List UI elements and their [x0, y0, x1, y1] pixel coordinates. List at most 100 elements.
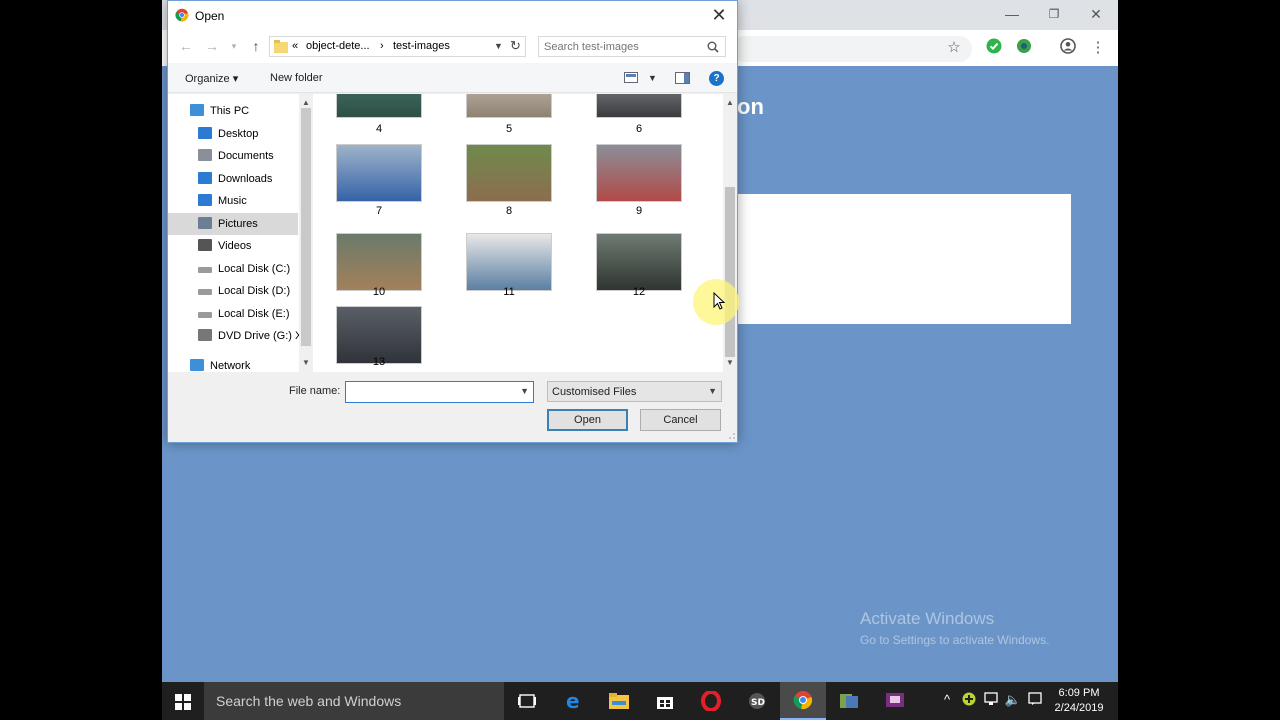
scroll-down-icon[interactable]: ▼	[302, 358, 310, 367]
start-button[interactable]	[162, 682, 204, 720]
resize-grip-icon[interactable]	[728, 432, 736, 440]
file-name: 5	[505, 123, 513, 135]
dialog-close-button[interactable]: ✕	[707, 4, 731, 26]
opera-icon[interactable]	[688, 682, 734, 720]
recent-locations-icon[interactable]: ▾	[224, 37, 244, 55]
downloads-icon	[198, 172, 212, 184]
preview-pane-icon[interactable]	[675, 72, 690, 84]
file-name: 11	[503, 286, 515, 298]
minimize-icon[interactable]: —	[994, 4, 1030, 24]
file-name: 10	[372, 286, 386, 298]
nav-item[interactable]: Music	[168, 190, 298, 212]
nav-item[interactable]: DVD Drive (G:) X	[168, 325, 302, 347]
taskbar-search[interactable]: Search the web and Windows	[204, 682, 504, 720]
search-icon	[707, 41, 719, 53]
filetype-select[interactable]: Customised Files ▼	[547, 381, 722, 402]
search-input[interactable]	[544, 39, 699, 54]
file-list-scrollbar[interactable]: ▲ ▼	[723, 94, 737, 372]
cursor-highlight	[693, 279, 739, 325]
search-box[interactable]	[538, 36, 726, 57]
nav-item[interactable]: Local Disk (D:)	[168, 280, 298, 302]
help-icon[interactable]: ?	[709, 71, 724, 86]
nav-item[interactable]: Desktop	[168, 123, 298, 145]
cancel-button[interactable]: Cancel	[640, 409, 721, 431]
nav-item-label: DVD Drive (G:) X	[218, 330, 303, 342]
chevron-down-icon[interactable]: ▼	[494, 41, 503, 51]
nav-scrollbar-thumb[interactable]	[301, 108, 311, 346]
file-explorer-icon[interactable]	[596, 682, 642, 720]
activate-windows-watermark: Activate Windows Go to Settings to activ…	[860, 609, 1049, 647]
forward-arrow-icon[interactable]: →	[202, 37, 222, 55]
file-name: 6	[635, 123, 643, 135]
scroll-up-icon[interactable]: ▲	[726, 98, 734, 107]
tray-plus-icon[interactable]	[960, 692, 978, 710]
system-tray: ^ 🔈 6:09 PM 2/24/2019	[938, 682, 1118, 720]
star-icon[interactable]: ☆	[944, 38, 964, 58]
close-window-icon[interactable]: ✕	[1078, 4, 1114, 24]
extension-globe-icon[interactable]	[1014, 38, 1034, 58]
nav-item-label: Documents	[218, 150, 274, 162]
chrome-icon[interactable]	[780, 682, 826, 720]
volume-icon[interactable]: 🔈	[1004, 692, 1022, 710]
address-breadcrumb[interactable]: « object-dete... › test-images ▼ ↻	[269, 36, 526, 57]
image-preview	[466, 94, 552, 118]
breadcrumb-parent[interactable]: object-dete...	[306, 40, 370, 52]
breadcrumb-current[interactable]: test-images	[393, 40, 450, 52]
refresh-icon[interactable]: ↻	[510, 38, 521, 54]
chevron-down-icon[interactable]: ▼	[520, 386, 529, 396]
media-app-icon[interactable]	[872, 682, 918, 720]
show-hidden-icons-icon[interactable]: ^	[938, 692, 956, 710]
filetype-value: Customised Files	[552, 386, 637, 398]
view-options-icon[interactable]	[624, 72, 638, 83]
task-view-icon[interactable]	[504, 682, 550, 720]
image-preview	[596, 144, 682, 202]
open-button[interactable]: Open	[547, 409, 628, 431]
nav-item[interactable]: Documents	[168, 145, 298, 167]
pc-icon	[190, 104, 204, 116]
menu-icon[interactable]: ⋮	[1088, 38, 1108, 58]
svg-text:e: e	[566, 691, 580, 711]
filename-combobox[interactable]: ▼	[345, 381, 534, 403]
new-folder-button[interactable]: New folder	[270, 72, 323, 84]
image-preview	[596, 233, 682, 291]
open-file-dialog: Open ✕ ← → ▾ ↑ « object-dete... › test-i…	[167, 0, 738, 443]
organize-button[interactable]: Organize ▾	[185, 72, 238, 85]
notifications-icon[interactable]	[1026, 692, 1044, 710]
edge-icon[interactable]: e	[550, 682, 596, 720]
view-dropdown-icon[interactable]: ▼	[648, 73, 657, 83]
disk-icon	[198, 289, 212, 295]
maps-app-icon[interactable]	[826, 682, 872, 720]
nav-scrollbar[interactable]: ▲ ▼	[299, 94, 313, 372]
profile-icon[interactable]	[1058, 38, 1078, 58]
pictures-icon	[198, 217, 212, 229]
back-arrow-icon[interactable]: ←	[176, 37, 196, 55]
store-icon[interactable]	[642, 682, 688, 720]
image-preview	[336, 94, 422, 118]
nav-item[interactable]: Network	[168, 355, 298, 372]
breadcrumb-separator: ›	[380, 40, 384, 52]
filename-input[interactable]	[349, 385, 509, 400]
nav-item-label: Pictures	[218, 218, 258, 230]
nav-item[interactable]: Downloads	[168, 168, 298, 190]
clock-time: 6:09 PM	[1058, 687, 1100, 699]
scroll-up-icon[interactable]: ▲	[302, 98, 310, 107]
dialog-navigation-bar: ← → ▾ ↑ « object-dete... › test-images ▼…	[168, 30, 737, 63]
nav-item[interactable]: Local Disk (E:)	[168, 303, 298, 325]
address-bar[interactable]	[732, 36, 972, 62]
image-preview	[336, 144, 422, 202]
nav-item[interactable]: Local Disk (C:)	[168, 258, 298, 280]
nav-item-label: Downloads	[218, 173, 273, 185]
file-list-scrollbar-thumb[interactable]	[725, 187, 735, 357]
restore-icon[interactable]: ❐	[1036, 4, 1072, 24]
scroll-down-icon[interactable]: ▼	[726, 358, 734, 367]
extension-check-icon[interactable]	[984, 38, 1004, 58]
clock[interactable]: 6:09 PM 2/24/2019	[1050, 686, 1108, 716]
nav-item[interactable]: Pictures	[168, 213, 298, 235]
breadcrumb-overflow[interactable]: «	[292, 40, 298, 52]
nav-item[interactable]: Videos	[168, 235, 298, 257]
nav-item[interactable]: This PC	[168, 100, 298, 122]
disk-icon	[198, 267, 212, 273]
sd-app-icon[interactable]: SD	[734, 682, 780, 720]
network-status-icon[interactable]	[982, 692, 1000, 710]
up-arrow-icon[interactable]: ↑	[246, 37, 266, 55]
